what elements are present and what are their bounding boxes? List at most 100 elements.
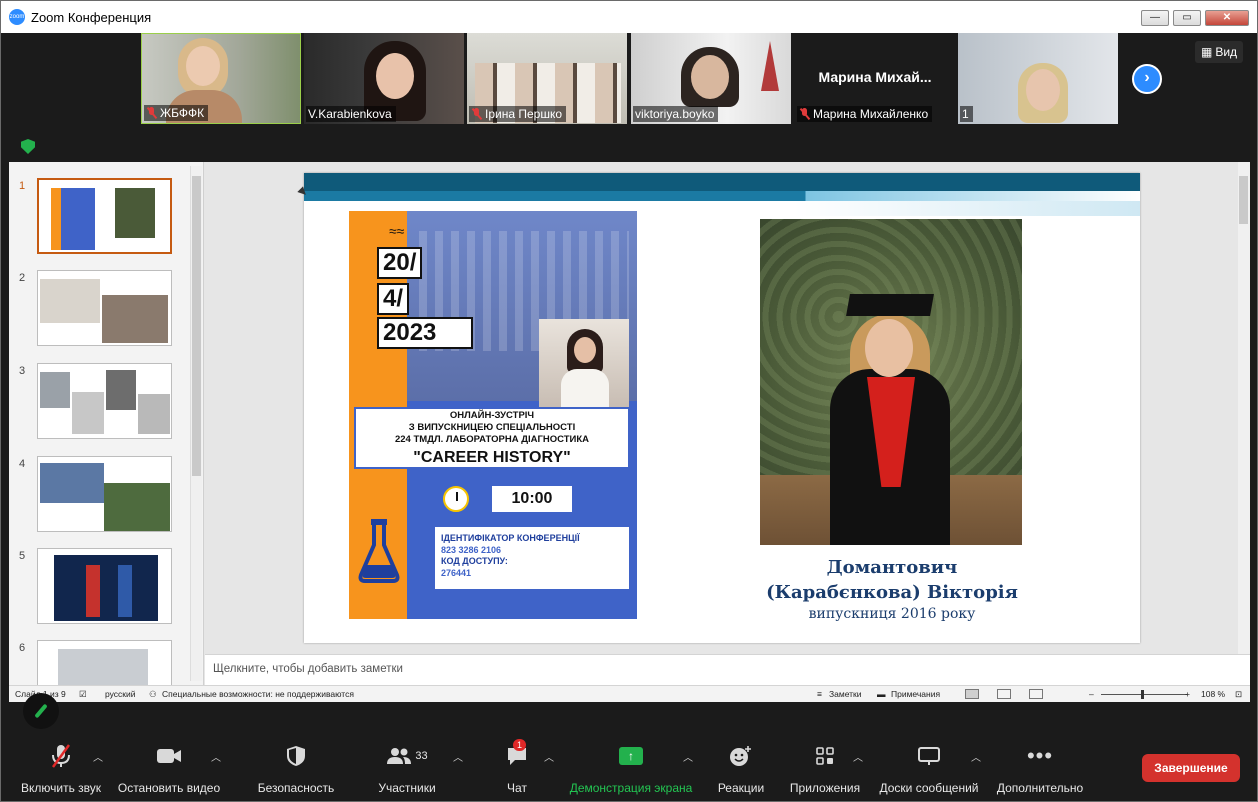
poster-conference-box: ІДЕНТИФІКАТОР КОНФЕРЕНЦІЇ 823 3286 2106 …: [435, 527, 629, 589]
reactions-label: Реакции: [717, 781, 765, 795]
video-tile[interactable]: Марина Михай... Марина Михайленко: [795, 33, 955, 124]
video-tile[interactable]: V.Karabienkova: [304, 33, 464, 124]
maximize-button[interactable]: ▭: [1173, 10, 1201, 26]
poster-info-line: 224 ТМДЛ. ЛАБОРАТОРНА ДІАГНОСТИКА: [394, 434, 590, 445]
minimize-button[interactable]: —: [1141, 10, 1169, 26]
window-title: Zoom Конференция: [31, 9, 152, 25]
conference-id: 823 3286 2106: [441, 545, 502, 555]
accessibility-status[interactable]: Специальные возможности: не поддерживают…: [162, 689, 354, 699]
poster-info-line: З ВИПУСКНИЦЕЮ СПЕЦІАЛЬНОСТІ: [408, 422, 576, 433]
slide-sorter-icon[interactable]: [997, 689, 1011, 699]
preview-photo: [58, 649, 148, 685]
preview-photo: [106, 370, 136, 410]
video-tile[interactable]: Ірина Першко: [467, 33, 627, 124]
annotate-pen-icon[interactable]: [23, 693, 59, 729]
whiteboards-button[interactable]: Доски сообщений: [877, 743, 981, 795]
whiteboards-options-chevron-icon[interactable]: ︿: [971, 749, 981, 764]
slide-preview: [37, 178, 172, 254]
slide-header-band-lower: [304, 191, 1140, 201]
slide-editor: ≈≈ 20/ 4/ 2023 ОНЛАЙН-ЗУСТРІЧ З ВИПУСКНИ…: [205, 162, 1250, 654]
current-slide: ≈≈ 20/ 4/ 2023 ОНЛАЙН-ЗУСТРІЧ З ВИПУСКНИ…: [304, 173, 1140, 643]
notes-toggle[interactable]: Заметки: [829, 689, 862, 699]
meeting-toolbar: Включить звук ︿ Остановить видео ︿ Безоп…: [1, 729, 1257, 801]
video-tile[interactable]: 1: [958, 33, 1118, 124]
more-button[interactable]: ••• Дополнительно: [995, 743, 1085, 795]
video-camera-icon: [117, 743, 221, 769]
share-screen-label: Демонстрация экрана: [569, 781, 693, 795]
spellcheck-icon[interactable]: ☑: [79, 689, 87, 700]
participant-name-text: V.Karabienkova: [308, 107, 392, 121]
close-button[interactable]: ✕: [1205, 10, 1249, 26]
participants-count: 33: [415, 750, 428, 762]
zoom-slider[interactable]: [1101, 694, 1187, 695]
reading-view-icon[interactable]: [1029, 689, 1043, 699]
participant-name: 1: [960, 106, 973, 122]
security-label: Безопасность: [257, 781, 335, 795]
slide-number: 2: [19, 272, 26, 284]
poster-time: 10:00: [492, 486, 572, 512]
flask-icon: [358, 519, 400, 583]
poster-date-day: 20/: [377, 247, 423, 279]
slide-number: 3: [19, 365, 26, 377]
access-code-label: КОД ДОСТУПУ:: [441, 556, 508, 566]
more-label: Дополнительно: [996, 781, 1084, 795]
normal-view-icon[interactable]: [965, 689, 979, 699]
share-screen-button[interactable]: ↑ Демонстрация экрана: [569, 743, 693, 795]
apps-button[interactable]: Приложения: [787, 743, 863, 795]
whiteboard-icon: [877, 743, 981, 769]
participants-button[interactable]: 33 Участники: [375, 743, 439, 795]
video-tile[interactable]: viktoriya.boyko: [631, 33, 791, 124]
slide-thumbnail[interactable]: 3: [9, 361, 194, 443]
view-button[interactable]: ▦ Вид: [1195, 41, 1243, 63]
zoom-out-button[interactable]: –: [1089, 689, 1094, 699]
slide-thumbnail[interactable]: 4: [9, 454, 194, 536]
slide-scrollbar[interactable]: [1238, 162, 1250, 654]
slide-thumbnail[interactable]: 6: [9, 638, 194, 685]
mic-muted-icon: [146, 107, 157, 119]
chat-options-chevron-icon[interactable]: ︿: [544, 749, 554, 764]
poster-date-year: 2023: [377, 317, 473, 349]
chat-icon: 1: [497, 739, 537, 769]
zoom-slider-handle[interactable]: [1141, 690, 1144, 699]
view-label: Вид: [1215, 45, 1238, 59]
zoom-in-button[interactable]: +: [1185, 689, 1190, 699]
preview-photo: [115, 188, 155, 238]
participant-big-name: Марина Михай...: [818, 69, 932, 85]
slide-thumbnail[interactable]: 1: [9, 176, 194, 258]
audio-options-chevron-icon[interactable]: ︿: [93, 749, 103, 764]
share-arrow-icon: ↑: [619, 747, 643, 765]
fit-slide-icon[interactable]: ⊡: [1235, 689, 1242, 700]
portrait-body: [561, 369, 609, 409]
reactions-button[interactable]: Реакции: [713, 743, 769, 795]
participants-options-chevron-icon[interactable]: ︿: [453, 749, 463, 764]
slide-number: 4: [19, 458, 26, 470]
end-meeting-button[interactable]: Завершение: [1142, 754, 1240, 782]
language-indicator[interactable]: русский: [105, 689, 136, 699]
scrollbar-thumb[interactable]: [192, 176, 201, 476]
security-button[interactable]: Безопасность: [257, 743, 335, 795]
notes-pane[interactable]: Щелкните, чтобы добавить заметки: [205, 654, 1250, 685]
chat-button[interactable]: 1 Чат: [497, 739, 537, 795]
notes-icon: ≡: [817, 689, 822, 699]
video-tile[interactable]: ЖБФФК: [141, 33, 301, 124]
unmute-button[interactable]: Включить звук: [19, 743, 103, 795]
slide-thumbnail[interactable]: 5: [9, 546, 194, 628]
apps-options-chevron-icon[interactable]: ︿: [853, 749, 863, 764]
participant-name-text: ЖБФФК: [160, 106, 205, 120]
scrollbar-thumb[interactable]: [1239, 176, 1248, 224]
poster-portrait: [539, 319, 629, 409]
zoom-level[interactable]: 108 %: [1201, 689, 1225, 699]
encryption-shield-icon[interactable]: [21, 139, 35, 154]
participant-name: ЖБФФК: [144, 105, 209, 121]
comments-toggle[interactable]: Примечания: [891, 689, 940, 699]
video-options-chevron-icon[interactable]: ︿: [211, 749, 221, 764]
share-options-chevron-icon[interactable]: ︿: [683, 749, 693, 764]
slide-number: 6: [19, 642, 26, 654]
slide-thumbnail[interactable]: 2: [9, 268, 194, 350]
slideshow-icon[interactable]: [1061, 689, 1075, 699]
next-page-arrow-icon[interactable]: ›: [1132, 64, 1162, 94]
thumbnail-scrollbar[interactable]: [190, 166, 202, 681]
smiley-plus-icon: [713, 743, 769, 769]
slide-preview: [37, 548, 172, 624]
stop-video-button[interactable]: Остановить видео: [117, 743, 221, 795]
